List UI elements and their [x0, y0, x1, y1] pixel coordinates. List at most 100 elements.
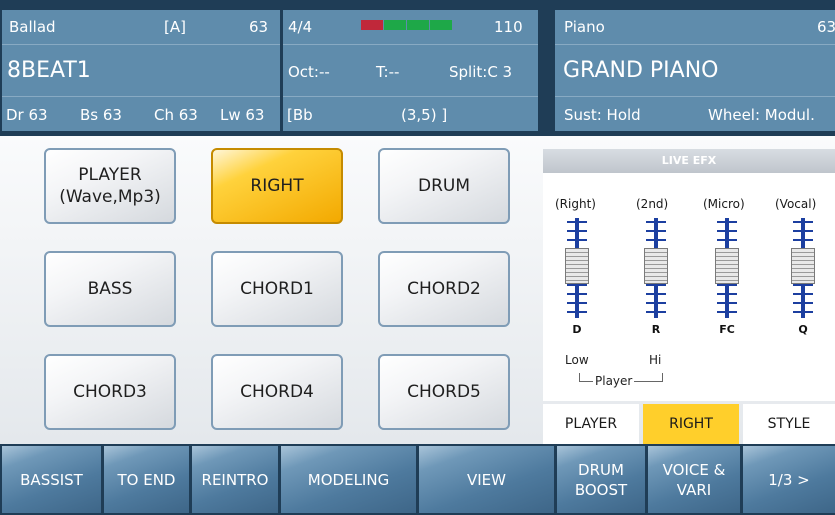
efx-fader-right[interactable] [565, 218, 589, 318]
fader-tick [793, 239, 813, 241]
efx-slot-label-micro: (Micro) [703, 197, 745, 211]
sustain-mode: Sust: Hold [564, 106, 641, 124]
fader-tick [717, 311, 737, 313]
part-button-chord3[interactable]: CHORD3 [44, 354, 176, 430]
fader-knob[interactable] [791, 248, 815, 284]
bass-level: Bs 63 [80, 106, 122, 124]
part-button-drum[interactable]: DRUM [378, 148, 510, 224]
voice-volume: 63 [817, 18, 835, 36]
to-end-button[interactable]: TO END [104, 446, 189, 513]
efx-type-vocal: Q [798, 323, 808, 336]
page-next-button[interactable]: 1/3 > [743, 446, 835, 513]
octave-value: Oct:-- [288, 63, 330, 81]
divider [283, 44, 538, 45]
part-button-player[interactable]: PLAYER (Wave,Mp3) [44, 148, 176, 224]
drum-boost-button[interactable]: DRUM BOOST [557, 446, 645, 513]
wheel-mode: Wheel: Modul. [708, 106, 815, 124]
beat-led-4 [430, 20, 452, 30]
fader-tick [646, 311, 666, 313]
fader-tick [646, 284, 666, 286]
fader-knob[interactable] [644, 248, 668, 284]
style-volume: 63 [249, 18, 269, 36]
fader-tick [793, 230, 813, 232]
function-bar: BASSIST TO END REINTRO MODELING VIEW DRU… [0, 444, 835, 515]
fader-tick [793, 311, 813, 313]
fader-tick [646, 302, 666, 304]
fader-tick [567, 230, 587, 232]
style-name: Ballad [9, 18, 56, 36]
fader-tick [717, 221, 737, 223]
fader-tick [567, 302, 587, 304]
efx-slot-label-2nd: (2nd) [636, 197, 669, 211]
part-button-bass[interactable]: BASS [44, 251, 176, 327]
beat-led-1 [361, 20, 383, 30]
player-low-label: Low [565, 353, 589, 367]
style-title: 8BEAT1 [7, 58, 91, 83]
part-button-chord5[interactable]: CHORD5 [378, 354, 510, 430]
fader-tick [717, 293, 737, 295]
voice-category: Piano [564, 18, 605, 36]
fader-tick [567, 293, 587, 295]
efx-slot-label-right: (Right) [555, 197, 596, 211]
fader-tick [793, 221, 813, 223]
divider [2, 44, 280, 45]
fader-tick [717, 284, 737, 286]
efx-fader-micro[interactable] [715, 218, 739, 318]
split-value: Split:C 3 [449, 63, 513, 81]
divider [2, 96, 280, 97]
live-efx-title: LIVE EFX [543, 149, 835, 173]
fader-tick [567, 239, 587, 241]
fader-tick [567, 311, 587, 313]
chord-level: Ch 63 [154, 106, 198, 124]
chord-name: [Bb [287, 106, 313, 124]
fader-tick [717, 302, 737, 304]
style-panel[interactable]: Ballad [A] 63 8BEAT1 Dr 63 Bs 63 Ch 63 L… [2, 10, 280, 131]
part-button-chord2[interactable]: CHORD2 [378, 251, 510, 327]
efx-fader-vocal[interactable] [791, 218, 815, 318]
fader-tick [567, 284, 587, 286]
beat-led-3 [407, 20, 429, 30]
voice-vari-button[interactable]: VOICE & VARI [648, 446, 740, 513]
fader-knob[interactable] [715, 248, 739, 284]
voice-title: GRAND PIANO [563, 58, 719, 83]
reintro-button[interactable]: REINTRO [192, 446, 278, 513]
live-efx-panel: (Right) (2nd) (Micro) (Vocal) D R FC Q L… [543, 173, 835, 401]
transpose-value: T:-- [376, 63, 400, 81]
fader-tick [646, 293, 666, 295]
divider [555, 44, 835, 45]
status-bar: Ballad [A] 63 8BEAT1 Dr 63 Bs 63 Ch 63 L… [0, 0, 835, 136]
fader-tick [717, 230, 737, 232]
tab-right[interactable]: RIGHT [643, 404, 739, 444]
beat-led-2 [384, 20, 406, 30]
divider [283, 96, 538, 97]
part-button-right[interactable]: RIGHT [211, 148, 343, 224]
fader-tick [646, 230, 666, 232]
player-range-label: Player [593, 374, 635, 388]
voice-panel[interactable]: Piano 63 GRAND PIANO Sust: Hold Wheel: M… [555, 10, 835, 131]
drum-level: Dr 63 [6, 106, 48, 124]
tempo-bpm: 110 [494, 18, 523, 36]
efx-type-micro: FC [719, 323, 735, 336]
fader-tick [793, 284, 813, 286]
fader-tick [567, 221, 587, 223]
measure-position: (3,5) ] [401, 106, 448, 124]
efx-type-right: D [572, 323, 582, 336]
fader-knob[interactable] [565, 248, 589, 284]
lower-level: Lw 63 [220, 106, 265, 124]
tab-style[interactable]: STYLE [743, 404, 835, 444]
bassist-button[interactable]: BASSIST [2, 446, 101, 513]
fader-tick [793, 293, 813, 295]
efx-slot-label-vocal: (Vocal) [775, 197, 817, 211]
efx-type-2nd: R [651, 323, 661, 336]
modeling-button[interactable]: MODELING [281, 446, 416, 513]
fader-tick [646, 221, 666, 223]
fader-tick [717, 239, 737, 241]
view-button[interactable]: VIEW [419, 446, 554, 513]
tab-player[interactable]: PLAYER [543, 404, 639, 444]
efx-fader-2nd[interactable] [644, 218, 668, 318]
tempo-panel[interactable]: 4/4 110 Oct:-- T:-- Split:C 3 [Bb (3,5) … [283, 10, 538, 131]
style-variation: [A] [164, 18, 186, 36]
part-button-chord1[interactable]: CHORD1 [211, 251, 343, 327]
part-button-chord4[interactable]: CHORD4 [211, 354, 343, 430]
time-signature: 4/4 [288, 18, 313, 36]
